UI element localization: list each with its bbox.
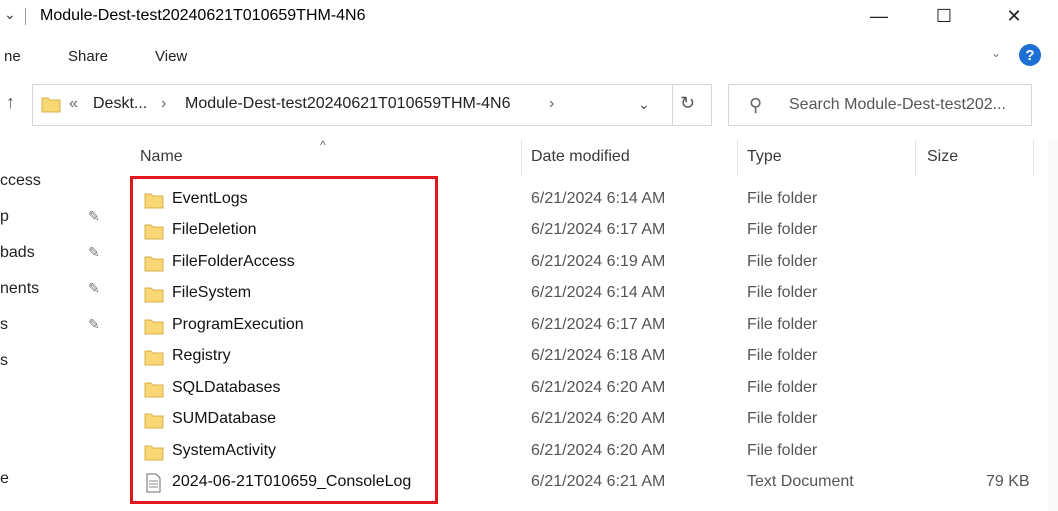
breadcrumb-desktop[interactable]: Deskt...: [93, 95, 147, 113]
search-placeholder: Search Module-Dest-test202...: [789, 96, 1006, 113]
close-icon: ✕: [1006, 6, 1022, 26]
tab-view[interactable]: View: [155, 48, 187, 65]
file-date: 6/21/2024 6:20 AM: [531, 379, 666, 396]
maximize-button[interactable]: ☐: [921, 0, 967, 33]
refresh-icon[interactable]: ↻: [680, 93, 695, 114]
column-divider[interactable]: [915, 140, 916, 176]
sidebar-item-quick-access[interactable]: ccess: [0, 172, 41, 190]
pin-icon: ✎: [88, 244, 100, 260]
file-date: 6/21/2024 6:18 AM: [531, 347, 666, 364]
column-header-size[interactable]: Size: [927, 148, 958, 184]
folder-icon: [41, 97, 61, 113]
sidebar-item-bottom[interactable]: e: [0, 470, 9, 488]
minimize-icon: —: [870, 6, 888, 26]
file-type: File folder: [747, 253, 818, 270]
file-date: 6/21/2024 6:20 AM: [531, 410, 666, 427]
highlight-box: [130, 176, 438, 504]
column-divider[interactable]: [521, 140, 522, 176]
title-separator: [25, 8, 26, 25]
help-button[interactable]: ?: [1019, 44, 1041, 66]
file-date: 6/21/2024 6:21 AM: [531, 473, 666, 490]
file-date: 6/21/2024 6:17 AM: [531, 221, 666, 238]
column-header-type[interactable]: Type: [747, 148, 782, 184]
sidebar-item-other[interactable]: s: [0, 352, 8, 370]
file-type: File folder: [747, 221, 818, 238]
file-date: 6/21/2024 6:20 AM: [531, 442, 666, 459]
file-type: File folder: [747, 347, 818, 364]
file-type: File folder: [747, 316, 818, 333]
sidebar-item-documents[interactable]: nents: [0, 280, 39, 298]
file-type: File folder: [747, 190, 818, 207]
window-title: Module-Dest-test20240621T010659THM-4N6: [40, 7, 366, 24]
sort-ascending-icon: ^: [320, 138, 326, 152]
address-dropdown-icon[interactable]: ⌄: [638, 96, 650, 113]
column-divider[interactable]: [1033, 140, 1034, 176]
breadcrumb-overflow[interactable]: «: [69, 95, 78, 113]
file-type: File folder: [747, 379, 818, 396]
navigation-pane: ccess p ✎ bads ✎ nents ✎ s ✎ s e: [0, 140, 125, 511]
breadcrumb-separator[interactable]: ›: [549, 95, 554, 113]
address-divider: [672, 84, 673, 126]
expand-ribbon-icon[interactable]: ⌄: [991, 46, 1001, 60]
column-header-date-modified[interactable]: Date modified: [531, 148, 630, 184]
column-divider[interactable]: [737, 140, 738, 176]
breadcrumb-current-folder[interactable]: Module-Dest-test20240621T010659THM-4N6: [185, 95, 511, 113]
minimize-button[interactable]: —: [856, 0, 902, 33]
tab-home[interactable]: ne: [4, 48, 21, 65]
file-date: 6/21/2024 6:17 AM: [531, 316, 666, 333]
breadcrumb-separator[interactable]: ›: [161, 95, 166, 113]
help-icon: ?: [1025, 46, 1035, 64]
close-button[interactable]: ✕: [991, 0, 1037, 33]
file-date: 6/21/2024 6:19 AM: [531, 253, 666, 270]
quick-access-toolbar-icon[interactable]: ⌄: [4, 6, 16, 23]
maximize-icon: ☐: [935, 6, 953, 26]
pin-icon: ✎: [88, 316, 100, 332]
vertical-scrollbar[interactable]: [1048, 140, 1058, 511]
sidebar-item-pictures[interactable]: s: [0, 316, 8, 334]
title-bar: ⌄ Module-Dest-test20240621T010659THM-4N6…: [0, 0, 1058, 33]
tab-share[interactable]: Share: [68, 48, 108, 65]
file-date: 6/21/2024 6:14 AM: [531, 284, 666, 301]
pin-icon: ✎: [88, 280, 100, 296]
up-arrow-icon[interactable]: ↑: [6, 92, 15, 113]
search-box[interactable]: ⚲ Search Module-Dest-test202...: [728, 84, 1032, 126]
file-type: File folder: [747, 410, 818, 427]
sidebar-item-desktop[interactable]: p: [0, 208, 9, 226]
ribbon-tabs: ne Share View: [0, 38, 1058, 72]
pin-icon: ✎: [88, 208, 100, 224]
file-size: 79 KB: [986, 473, 1030, 490]
file-type: File folder: [747, 442, 818, 459]
sidebar-item-downloads[interactable]: bads: [0, 244, 35, 262]
file-date: 6/21/2024 6:14 AM: [531, 190, 666, 207]
search-icon: ⚲: [749, 95, 763, 115]
file-type: Text Document: [747, 473, 854, 490]
file-type: File folder: [747, 284, 818, 301]
address-bar[interactable]: « Deskt... › Module-Dest-test20240621T01…: [32, 84, 712, 126]
